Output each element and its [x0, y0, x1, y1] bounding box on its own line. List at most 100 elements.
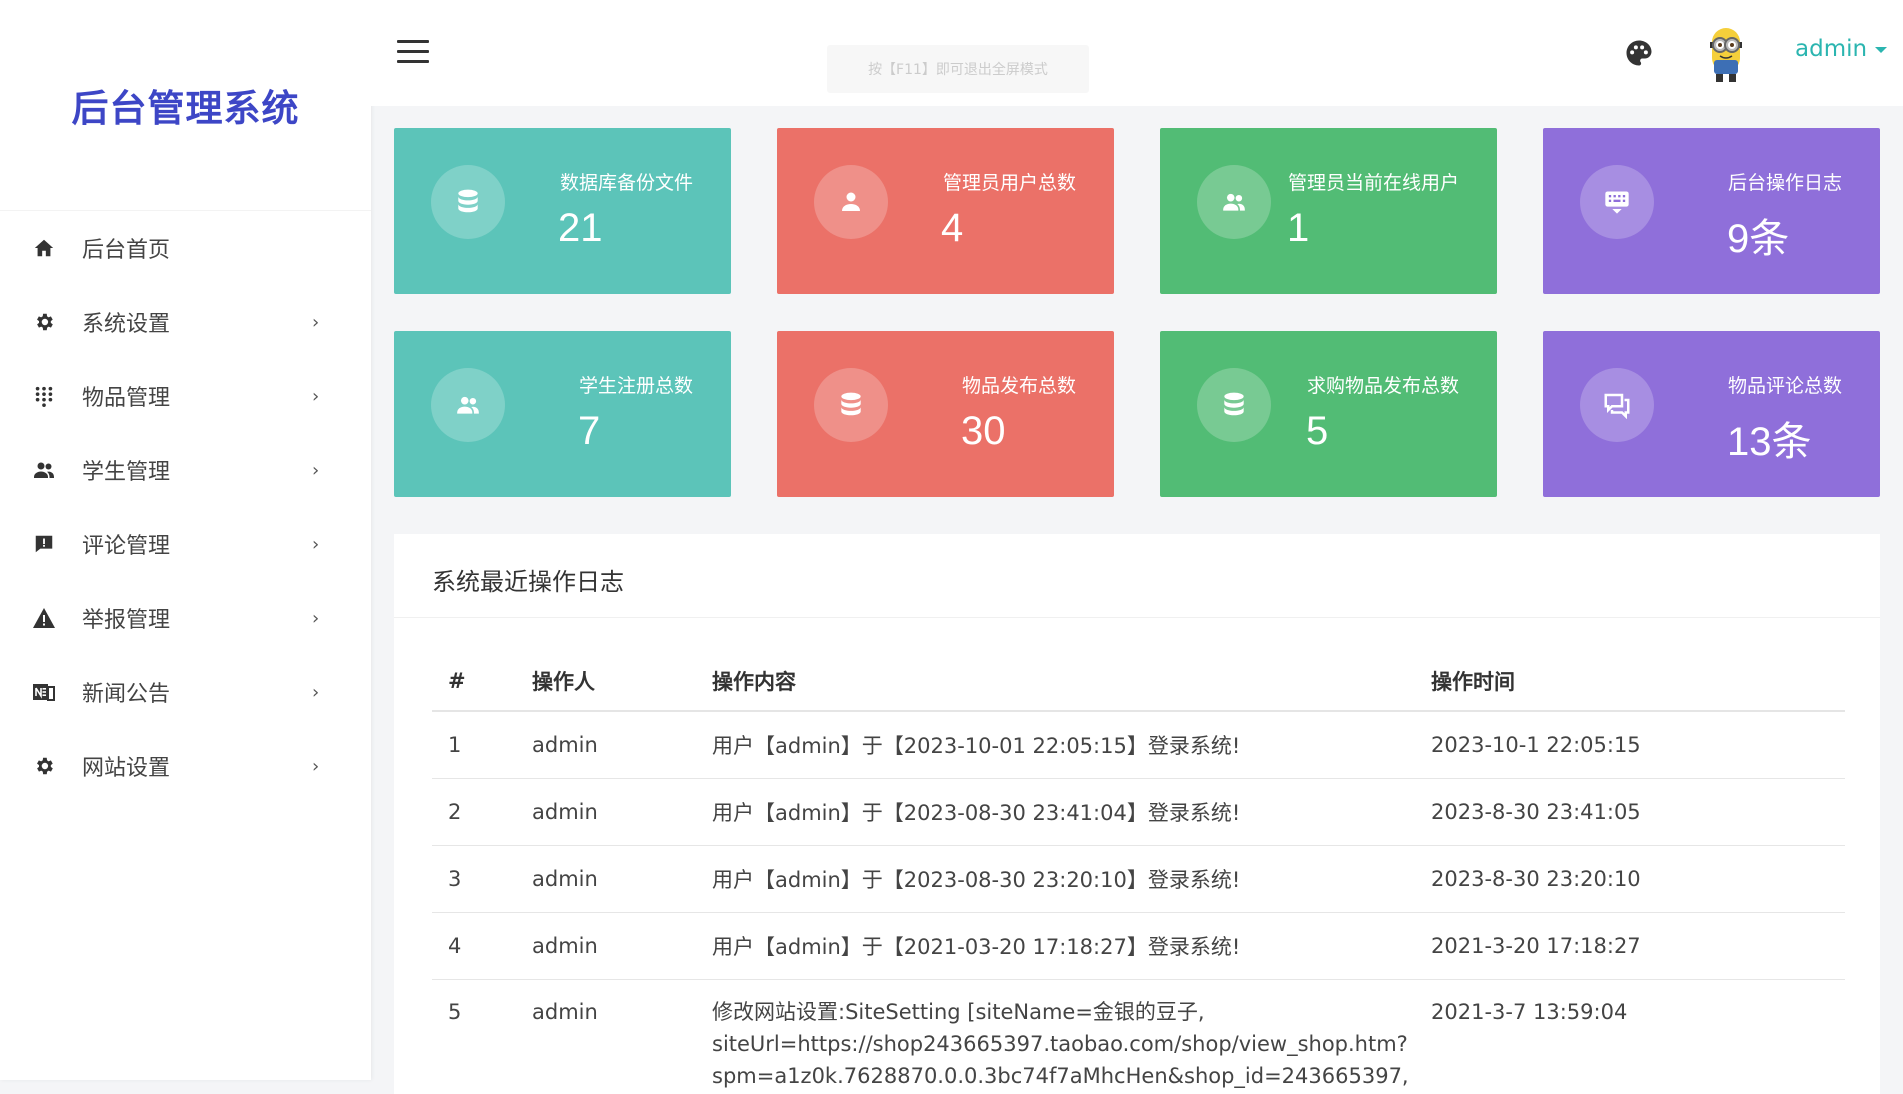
card-value: 9条: [1727, 217, 1790, 261]
sidebar-item-students[interactable]: 学生管理 ›: [0, 433, 371, 507]
card-title: 求购物品发布总数: [1306, 375, 1459, 397]
row-number: 4: [432, 912, 531, 980]
app-logo[interactable]: 后台管理系统: [0, 0, 371, 211]
card-value: 21: [558, 206, 603, 250]
home-icon: [32, 236, 56, 260]
sidebar-item-items[interactable]: 物品管理 ›: [0, 359, 371, 433]
menu-toggle-icon[interactable]: [397, 40, 429, 64]
card-value: 13条: [1727, 420, 1812, 464]
chevron-right-icon: ›: [312, 385, 320, 407]
column-header-content: 操作内容: [711, 652, 1430, 712]
sidebar-item-label: 学生管理: [82, 460, 171, 485]
row-number: 3: [432, 845, 531, 913]
row-content: 用户【admin】于【2023-08-30 23:41:04】登录系统!: [711, 778, 1430, 846]
sidebar-item-label: 网站设置: [82, 756, 171, 781]
stat-card-online-admins[interactable]: 管理员当前在线用户 1: [1160, 128, 1497, 294]
card-title: 管理员用户总数: [942, 172, 1076, 194]
sidebar-item-home[interactable]: 后台首页: [0, 211, 371, 285]
row-operator: admin: [532, 1000, 598, 1024]
sidebar-item-comments[interactable]: 评论管理 ›: [0, 507, 371, 581]
sidebar: 后台管理系统 后台首页 系统设置 › 物品管理 › 学生管理 › 评论管理 › …: [0, 0, 371, 1080]
log-table: # 操作人 操作内容 操作时间 1 admin 用户【admin】于【2023-…: [432, 652, 1845, 1093]
gear-icon: [32, 754, 56, 778]
table-row: 5 admin 修改网站设置:SiteSetting [siteName=金银的…: [432, 980, 1845, 1094]
sidebar-item-reports[interactable]: 举报管理 ›: [0, 581, 371, 655]
newspaper-icon: [32, 680, 56, 704]
row-content-line: 修改网站设置:SiteSetting [siteName=金银的豆子,: [712, 1000, 1205, 1024]
sidebar-item-label: 后台首页: [82, 238, 171, 263]
table-header-row: # 操作人 操作内容 操作时间: [432, 652, 1845, 712]
app-title: 后台管理系统: [71, 87, 300, 130]
database-icon: [814, 368, 888, 442]
recent-log-panel: 系统最近操作日志 # 操作人 操作内容 操作时间 1 admin 用户【admi…: [394, 534, 1880, 1094]
panel-title: 系统最近操作日志: [432, 568, 624, 596]
avatar[interactable]: [1700, 22, 1752, 86]
row-number: 1: [432, 711, 531, 779]
grid-dots-icon: [32, 384, 56, 408]
card-title: 物品发布总数: [961, 375, 1076, 397]
sidebar-item-label: 新闻公告: [82, 682, 171, 707]
row-time: 2023-8-30 23:20:10: [1430, 845, 1845, 913]
column-header-number: #: [432, 652, 531, 712]
card-title: 数据库备份文件: [559, 172, 693, 194]
stat-card-items-published[interactable]: 物品发布总数 30: [777, 331, 1114, 497]
table-row: 2 admin 用户【admin】于【2023-08-30 23:41:04】登…: [432, 778, 1845, 846]
sidebar-item-system-settings[interactable]: 系统设置 ›: [0, 285, 371, 359]
stat-card-db-backups[interactable]: 数据库备份文件 21: [394, 128, 731, 294]
sidebar-item-label: 举报管理: [82, 608, 171, 633]
sidebar-menu: 后台首页 系统设置 › 物品管理 › 学生管理 › 评论管理 › 举报管理 › …: [0, 211, 371, 803]
column-header-operator: 操作人: [531, 652, 711, 712]
stat-card-operation-logs[interactable]: 后台操作日志 9条: [1543, 128, 1880, 294]
user-icon: [814, 165, 888, 239]
warning-icon: [32, 606, 56, 630]
comment-alert-icon: [32, 532, 56, 556]
card-title: 物品评论总数: [1727, 375, 1842, 397]
database-icon: [431, 165, 505, 239]
row-content-line: siteUrl=https://shop243665397.taobao.com…: [712, 1032, 1408, 1056]
palette-icon[interactable]: [1624, 38, 1654, 68]
sidebar-item-website-settings[interactable]: 网站设置 ›: [0, 729, 371, 803]
row-content: 用户【admin】于【2023-08-30 23:20:10】登录系统!: [711, 845, 1430, 913]
sidebar-item-label: 系统设置: [82, 312, 171, 337]
chevron-right-icon: ›: [312, 607, 320, 629]
people-icon: [431, 368, 505, 442]
card-title: 后台操作日志: [1727, 172, 1842, 194]
card-title: 学生注册总数: [578, 375, 693, 397]
stat-card-admin-users[interactable]: 管理员用户总数 4: [777, 128, 1114, 294]
chevron-right-icon: ›: [312, 533, 320, 555]
caret-down-icon: [1875, 46, 1888, 53]
row-content: 用户【admin】于【2023-10-01 22:05:15】登录系统!: [711, 711, 1430, 779]
row-time: 2021-3-7 13:59:04: [1431, 1000, 1628, 1024]
divider: [394, 617, 1880, 618]
card-value: 4: [941, 206, 964, 250]
sidebar-item-label: 物品管理: [82, 386, 171, 411]
card-value: 5: [1306, 409, 1329, 453]
stat-card-wanted-items[interactable]: 求购物品发布总数 5: [1160, 331, 1497, 497]
row-time: 2021-3-20 17:18:27: [1430, 912, 1845, 980]
row-time: 2023-8-30 23:41:05: [1430, 778, 1845, 846]
card-value: 30: [961, 409, 1006, 453]
row-number: 5: [448, 1000, 462, 1024]
keyboard-icon: [1580, 165, 1654, 239]
table-row: 1 admin 用户【admin】于【2023-10-01 22:05:15】登…: [432, 711, 1845, 779]
people-icon: [32, 458, 56, 482]
chat-icon: [1580, 368, 1654, 442]
sidebar-item-news[interactable]: 新闻公告 ›: [0, 655, 371, 729]
row-number: 2: [432, 778, 531, 846]
row-operator: admin: [531, 778, 711, 846]
sidebar-item-label: 评论管理: [82, 534, 171, 559]
database-icon: [1197, 368, 1271, 442]
stat-card-item-comments[interactable]: 物品评论总数 13条: [1543, 331, 1880, 497]
row-operator: admin: [531, 912, 711, 980]
column-header-time: 操作时间: [1430, 652, 1845, 712]
card-value: 7: [578, 409, 601, 453]
table-row: 3 admin 用户【admin】于【2023-08-30 23:20:10】登…: [432, 845, 1845, 913]
top-header: 按【F11】即可退出全屏模式 admin: [371, 0, 1903, 106]
user-menu[interactable]: admin: [1795, 36, 1888, 62]
username-label: admin: [1795, 36, 1868, 62]
stat-card-student-registrations[interactable]: 学生注册总数 7: [394, 331, 731, 497]
fullscreen-hint: 按【F11】即可退出全屏模式: [827, 45, 1089, 93]
chevron-right-icon: ›: [312, 311, 320, 333]
people-icon: [1197, 165, 1271, 239]
table-row: 4 admin 用户【admin】于【2021-03-20 17:18:27】登…: [432, 912, 1845, 980]
